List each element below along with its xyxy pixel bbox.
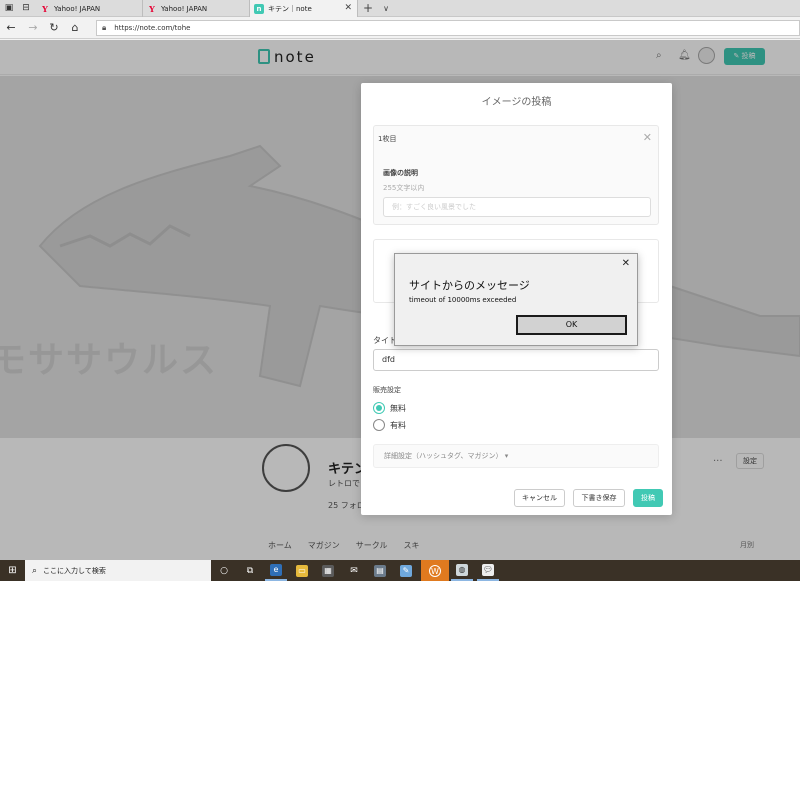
tab-label: Yahoo! JAPAN [54, 4, 101, 13]
lock-icon: 🔒︎ [102, 23, 107, 32]
search-icon: ⌕ [32, 565, 38, 576]
store-icon[interactable]: ▦ [317, 560, 339, 581]
radio-paid[interactable]: 有料 [373, 419, 406, 431]
dialog-title: サイトからのメッセージ [409, 279, 530, 292]
detail-settings-label: 詳細設定（ハッシュタグ、マガジン） [384, 452, 503, 460]
modal-title: イメージの投稿 [481, 97, 552, 108]
edge-icon[interactable]: e [265, 560, 287, 581]
title-input[interactable]: dfd [373, 349, 659, 371]
tab-actions-icon[interactable]: ▣ [2, 2, 16, 15]
radio-label: 無料 [390, 403, 406, 413]
chevron-down-icon[interactable]: ∨ [379, 0, 393, 17]
dialog-message: timeout of 10000ms exceeded [409, 296, 517, 304]
set-aside-tabs-icon[interactable]: ⊟ [19, 2, 33, 15]
tab-label: Yahoo! JAPAN [161, 4, 208, 13]
close-icon[interactable]: ✕ [622, 258, 630, 269]
refresh-icon[interactable]: ↻ [46, 20, 62, 36]
calculator-icon[interactable]: ▤ [369, 560, 391, 581]
forward-icon[interactable]: → [25, 20, 41, 36]
yahoo-icon: Y [42, 3, 48, 14]
tab-yahoo-1[interactable]: Y Yahoo! JAPAN [36, 0, 143, 17]
mail-icon[interactable]: ✉ [343, 560, 365, 581]
browser-nav-bar: ← → ↻ ⌂ 🔒︎ https://note.com/tohe [0, 17, 800, 39]
ok-button[interactable]: OK [516, 315, 627, 335]
detail-settings-toggle[interactable]: 詳細設定（ハッシュタグ、マガジン） ▾ [373, 444, 659, 468]
app-chat-icon[interactable]: 💬︎ [477, 560, 499, 581]
image-description-input[interactable]: 例：すごく良い風景でした [383, 197, 651, 217]
back-icon[interactable]: ← [3, 20, 19, 36]
image-description-hint: 255文字以内 [383, 184, 425, 192]
task-view-icon[interactable]: ⧉ [239, 560, 261, 581]
alert-dialog: ✕ サイトからのメッセージ timeout of 10000ms exceede… [394, 253, 638, 346]
image-description-label: 画像の説明 [383, 169, 418, 177]
image-card-title: 1枚目 [378, 135, 397, 143]
new-tab-icon[interactable]: + [361, 0, 375, 17]
note-icon: n [254, 3, 264, 14]
address-url: https://note.com/tohe [114, 24, 191, 32]
radio-button[interactable] [373, 419, 385, 431]
tab-note[interactable]: n キテン｜note ✕ [250, 0, 358, 17]
taskbar-search-placeholder: ここに入力して検索 [43, 566, 106, 575]
tab-yahoo-2[interactable]: Y Yahoo! JAPAN [143, 0, 250, 17]
address-bar[interactable]: 🔒︎ https://note.com/tohe [96, 20, 800, 36]
close-icon[interactable]: ✕ [344, 3, 352, 13]
caret-down-icon: ▾ [504, 452, 509, 460]
radio-free[interactable]: 無料 [373, 402, 406, 414]
yahoo-icon: Y [149, 3, 155, 14]
image-card: 1枚目 ✕ 画像の説明 255文字以内 例：すごく良い風景でした [373, 125, 659, 225]
browser-tab-bar: ▣ ⊟ Y Yahoo! JAPAN Y Yahoo! JAPAN n キテン｜… [0, 0, 800, 17]
tab-label: キテン｜note [268, 4, 312, 13]
cortana-icon[interactable]: ○ [213, 560, 235, 581]
taskbar: ⊞ ⌕ ここに入力して検索 ○ ⧉ e ▭ ▦ ✉ ▤ ✎ W ◍ 💬︎ [0, 560, 800, 581]
app-w-icon[interactable]: W [421, 560, 449, 581]
radio-label: 有料 [390, 420, 406, 430]
save-draft-button[interactable]: 下書き保存 [573, 489, 625, 507]
home-icon[interactable]: ⌂ [67, 20, 83, 36]
cancel-button[interactable]: キャンセル [514, 489, 565, 507]
sales-settings-label: 販売設定 [373, 386, 401, 394]
taskbar-search[interactable]: ⌕ ここに入力して検索 [25, 560, 211, 581]
notes-icon[interactable]: ✎ [395, 560, 417, 581]
submit-button[interactable]: 投稿 [633, 489, 663, 507]
file-explorer-icon[interactable]: ▭ [291, 560, 313, 581]
close-icon[interactable]: ✕ [643, 131, 652, 144]
windows-start-icon[interactable]: ⊞ [0, 560, 25, 581]
radio-button[interactable] [373, 402, 385, 414]
screen: ▣ ⊟ Y Yahoo! JAPAN Y Yahoo! JAPAN n キテン｜… [0, 0, 800, 581]
app-globe-icon[interactable]: ◍ [451, 560, 473, 581]
